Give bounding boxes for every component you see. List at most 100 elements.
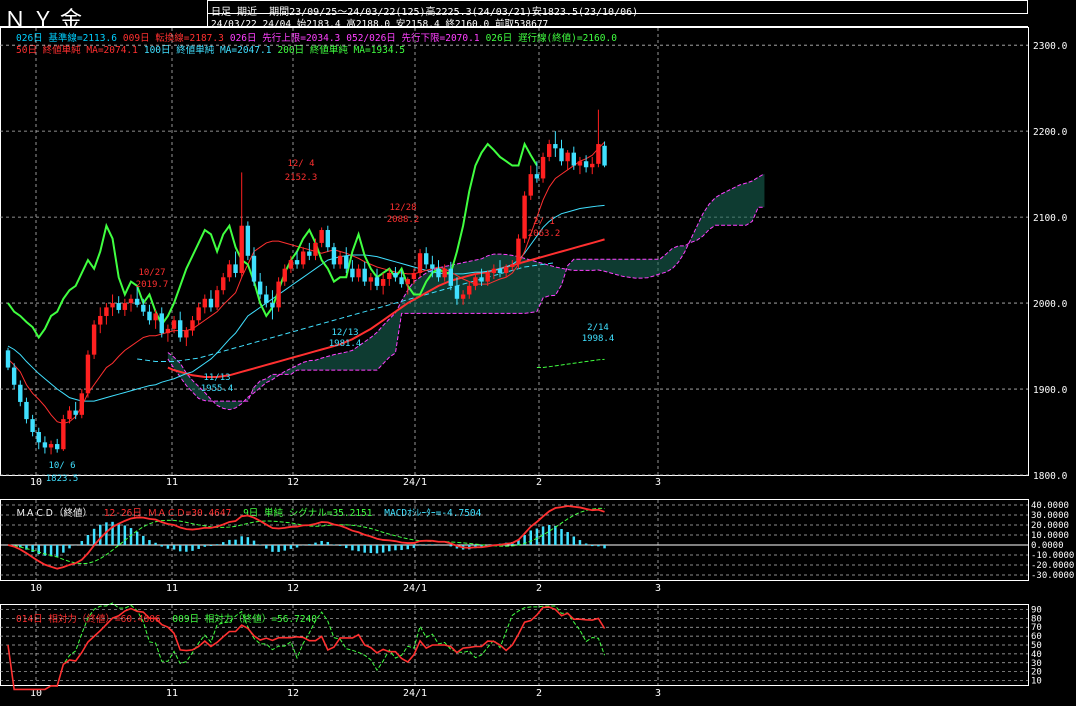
- xlabel-macd-5: 3: [655, 583, 661, 594]
- candle-body-38: [239, 225, 244, 273]
- candle-body-83: [516, 238, 521, 265]
- macd-panel-frame: [0, 499, 1029, 581]
- candle-body-17: [110, 303, 115, 308]
- candle-body-15: [98, 315, 103, 325]
- annotation-6: 12/ 4: [287, 159, 314, 169]
- candle-body-74: [460, 294, 466, 299]
- macd-tick-5: -10.0000: [1031, 551, 1074, 561]
- candle-body-24: [153, 313, 158, 321]
- candle-body-87: [540, 156, 546, 179]
- candle-body-65: [405, 279, 410, 285]
- rsi-panel-frame: [0, 604, 1029, 686]
- candle-body-41: [257, 281, 263, 295]
- candle-body-63: [393, 272, 398, 278]
- candle-body-26: [165, 328, 171, 334]
- candle-body-82: [510, 264, 515, 267]
- xlabel-rsi-2: 12: [287, 688, 299, 699]
- xlabel-macd-2: 12: [287, 583, 299, 594]
- annotation-8: 12/13: [331, 328, 358, 338]
- candle-body-61: [380, 279, 386, 286]
- xlabel-main-1: 11: [166, 477, 178, 488]
- macd-tick-1: 30.0000: [1031, 511, 1069, 521]
- candle-body-71: [442, 268, 447, 278]
- candle-body-70: [436, 268, 441, 278]
- candle-body-73: [454, 285, 460, 299]
- candle-body-59: [368, 277, 374, 282]
- rsi9-line: [7, 602, 606, 690]
- candle-body-45: [282, 268, 287, 282]
- candle-body-44: [276, 281, 281, 308]
- candle-body-42: [264, 294, 269, 304]
- candle-body-35: [221, 277, 226, 291]
- candle-body-8: [55, 444, 60, 450]
- price-tick-3: 2000.0: [1033, 299, 1068, 310]
- annotation-14: 2/14: [587, 323, 609, 333]
- annotation-10: 12/28: [389, 203, 416, 213]
- candle-body-89: [553, 144, 558, 149]
- candle-body-11: [73, 410, 78, 415]
- candle-body-84: [522, 195, 527, 239]
- price-tick-1: 2200.0: [1033, 127, 1068, 138]
- candle-body-76: [473, 277, 478, 286]
- candle-body-34: [214, 290, 220, 308]
- candle-body-69: [430, 264, 435, 269]
- candle-body-60: [374, 277, 380, 286]
- candle-body-75: [467, 285, 472, 295]
- candle-body-28: [178, 320, 183, 338]
- xlabel-rsi-4: 2: [536, 688, 542, 699]
- xlabel-macd-1: 11: [166, 583, 178, 594]
- candle-body-19: [122, 303, 128, 310]
- annotation-1: 1823.5: [46, 474, 79, 484]
- rsi14-line: [7, 606, 606, 691]
- candle-body-94: [583, 161, 589, 168]
- xlabel-macd-4: 2: [536, 583, 542, 594]
- candle-body-9: [61, 419, 66, 450]
- candle-body-93: [577, 161, 583, 166]
- candle-body-31: [196, 307, 201, 321]
- main-panel-frame: [0, 27, 1029, 476]
- xlabel-rsi-5: 3: [655, 688, 661, 699]
- candle-body-12: [79, 393, 84, 415]
- candle-body-2: [18, 384, 23, 402]
- candle-body-46: [288, 260, 294, 269]
- candle-body-1: [11, 367, 17, 385]
- candle-body-40: [251, 255, 257, 282]
- xlabel-macd-3: 24/1: [403, 583, 427, 594]
- candle-body-57: [356, 268, 361, 278]
- candle-body-4: [30, 419, 35, 433]
- candle-body-78: [485, 272, 490, 282]
- candle-body-86: [534, 174, 540, 179]
- xlabel-macd-0: 10: [30, 583, 42, 594]
- candle-body-54: [337, 255, 343, 265]
- candle-body-90: [559, 148, 564, 162]
- macd-signal-line: [7, 507, 605, 565]
- rsi-tick-8: 10: [1031, 677, 1042, 687]
- candle-body-43: [270, 303, 275, 308]
- price-tick-5: 1800.0: [1033, 471, 1068, 482]
- candle-body-53: [331, 247, 337, 265]
- candle-body-48: [301, 251, 306, 265]
- candle-body-51: [319, 230, 324, 243]
- annotation-3: 2019.7: [136, 280, 169, 290]
- header-box: [207, 0, 1028, 14]
- ma200-line: [536, 358, 605, 369]
- candle-body-52: [325, 230, 330, 248]
- candle-body-62: [387, 272, 392, 280]
- candle-body-18: [116, 303, 121, 310]
- candle-body-3: [24, 401, 29, 420]
- candle-body-88: [547, 144, 552, 157]
- candle-body-22: [141, 304, 146, 312]
- macd-line: [7, 505, 605, 570]
- candle-body-91: [565, 152, 570, 162]
- xlabel-main-4: 2: [536, 477, 542, 488]
- candle-body-13: [85, 354, 91, 394]
- candle-body-29: [184, 330, 189, 338]
- xlabel-rsi-1: 11: [166, 688, 178, 699]
- candle-body-20: [128, 298, 134, 304]
- candle-body-0: [5, 350, 11, 368]
- annotation-7: 2152.3: [285, 173, 318, 183]
- macd-tick-0: 40.0000: [1031, 501, 1069, 511]
- candle-body-97: [602, 145, 607, 166]
- xlabel-main-3: 24/1: [403, 477, 427, 488]
- annotation-4: 11/13: [203, 373, 230, 383]
